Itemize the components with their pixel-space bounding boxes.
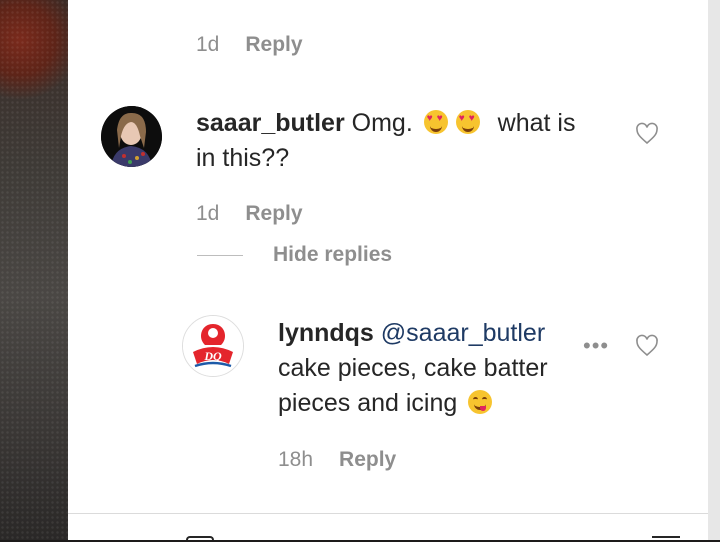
reply-text-line2: pieces and icing [278,389,458,417]
emoji-picker-icon[interactable] [186,536,214,540]
comment-text-end: in this?? [196,144,290,172]
reply-username[interactable]: lynndqs [278,319,374,347]
background-photo [0,0,68,540]
reply-text-line1: cake pieces, cake batter [278,354,548,382]
reply-button[interactable]: Reply [245,33,302,57]
hide-replies-button[interactable]: Hide replies [273,243,392,267]
reply-button[interactable]: Reply [339,448,396,472]
reply-button[interactable]: Reply [245,202,302,226]
reply-body: lynndqs @saaar_butler cake pieces, cake … [278,316,568,421]
bookmark-icon[interactable] [652,536,680,542]
comment-body: saaar_butler Omg. ♥ ♥ ♥ ♥ what is in this?? [196,106,616,176]
yum-face-emoji-icon [468,390,493,414]
comment-timestamp: 1d [196,33,220,56]
more-options-button[interactable]: ••• [583,333,609,359]
comment-timestamp: 1d [196,202,220,225]
dq-logo-text: DQ [203,349,222,363]
comment-text-start: Omg. [351,109,413,137]
avatar[interactable] [101,106,162,167]
divider [68,513,708,514]
reply-meta: 18h Reply [278,448,396,472]
comment-text-middle: what is [497,109,576,137]
like-heart-icon[interactable] [635,334,659,358]
mention-link[interactable]: @saaar_butler [381,319,545,347]
scrollbar[interactable] [708,0,720,540]
heart-eyes-emoji-icon: ♥ ♥ [423,110,448,134]
previous-comment-meta: 1d Reply [196,33,303,57]
comment-meta: 1d Reply [196,202,303,226]
heart-eyes-emoji-icon: ♥ ♥ [455,110,480,134]
reply-timestamp: 18h [278,448,314,471]
avatar[interactable]: DQ [182,315,244,377]
hide-replies-line [197,255,243,256]
comment-username[interactable]: saaar_butler [196,109,345,137]
like-heart-icon[interactable] [635,122,659,146]
